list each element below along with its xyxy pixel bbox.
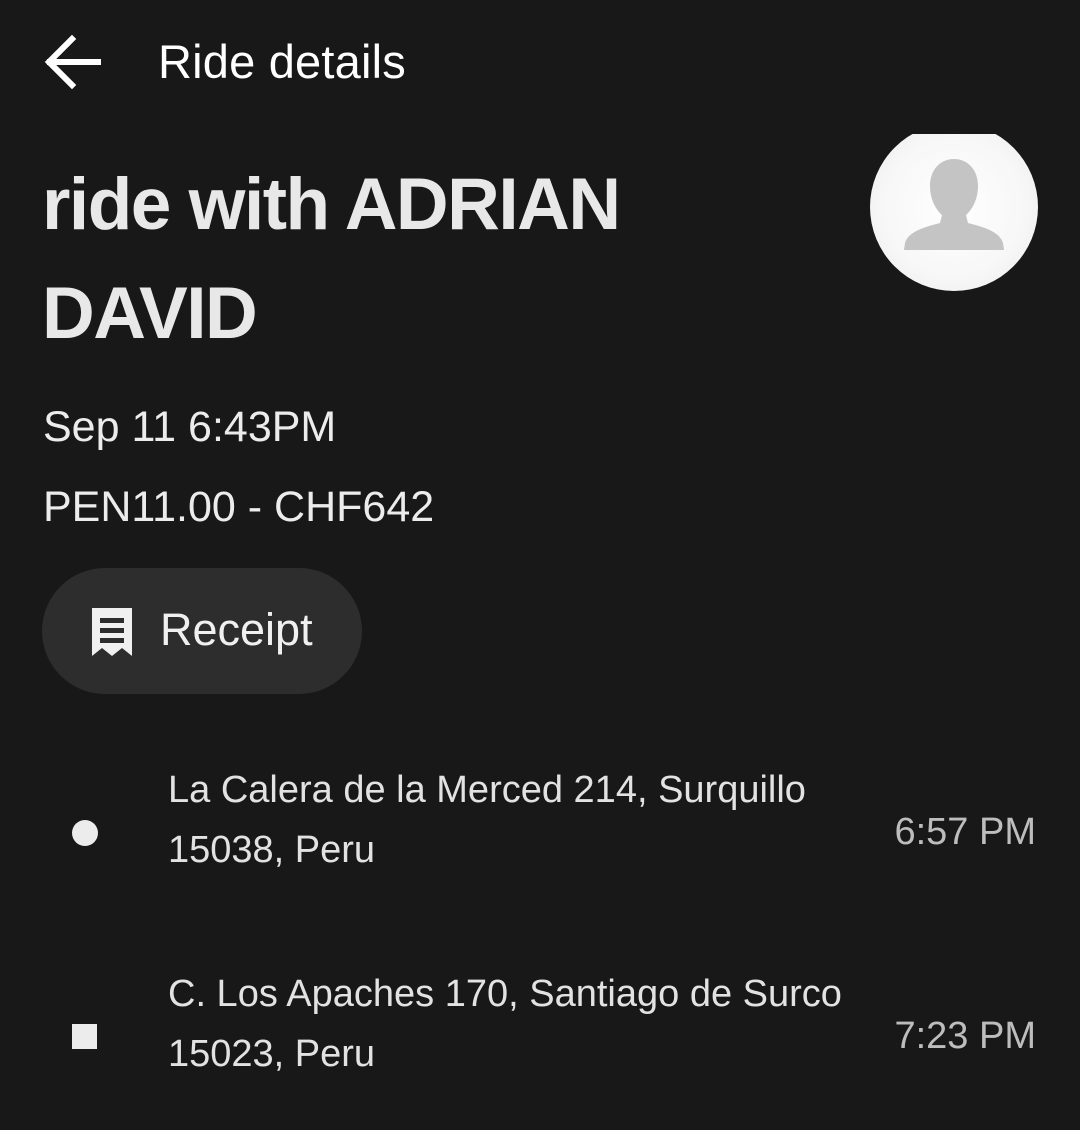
- ride-heading: ride with ADRIAN DAVID: [42, 164, 621, 354]
- page-title: Ride details: [158, 35, 406, 88]
- pickup-stop: La Calera de la Merced 214, Surquillo 15…: [0, 760, 1080, 900]
- receipt-label: Receipt: [160, 604, 313, 655]
- avatar-edge-mask: [860, 118, 1050, 134]
- pickup-time: 6:57 PM: [894, 811, 1036, 853]
- dropoff-time: 7:23 PM: [894, 1015, 1036, 1057]
- dropoff-square-icon: [72, 1024, 97, 1049]
- dropoff-address: C. Los Apaches 170, Santiago de Surco 15…: [168, 973, 842, 1075]
- ride-date-time: Sep 11 6:43PM: [43, 403, 337, 451]
- ride-fare: PEN11.00 - CHF642: [43, 483, 435, 531]
- arrow-left-icon: [38, 28, 110, 96]
- receipt-icon: [90, 606, 134, 663]
- pickup-address: La Calera de la Merced 214, Surquillo 15…: [168, 769, 806, 871]
- app-bar: Ride details: [0, 0, 1080, 125]
- back-button[interactable]: [38, 28, 110, 96]
- pickup-circle-icon: [72, 820, 98, 846]
- avatar: [870, 123, 1038, 291]
- dropoff-stop: C. Los Apaches 170, Santiago de Surco 15…: [0, 964, 1080, 1104]
- receipt-button[interactable]: Receipt: [42, 568, 362, 694]
